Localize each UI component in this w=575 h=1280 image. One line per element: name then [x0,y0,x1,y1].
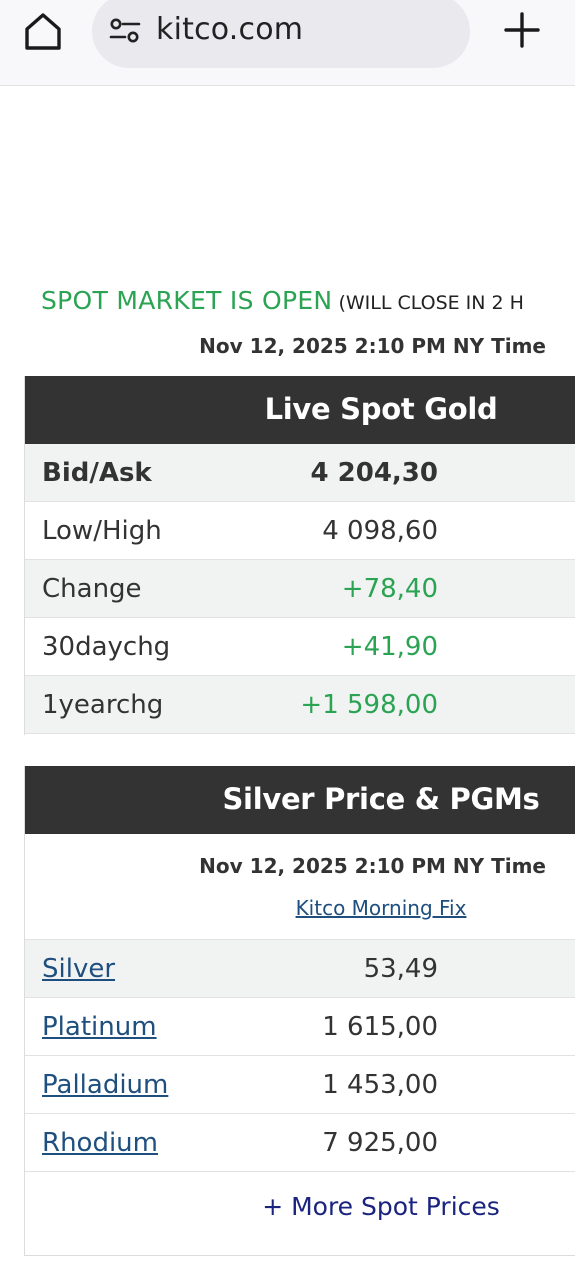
row-value: 4 098,60 [322,516,438,546]
row-value: 7 925,00 [322,1128,438,1158]
silver-timestamp: Nov 12, 2025 2:10 PM NY Time [199,854,546,878]
gold-row-bid-ask: Bid/Ask 4 204,30 [25,444,575,502]
silver-panel-header: Silver Price & PGMs [25,766,575,834]
metal-row-rhodium: Rhodium 7 925,00 [25,1114,575,1172]
gold-panel-title: Live Spot Gold [264,392,498,426]
row-value: +41,90 [341,632,438,662]
row-value: 1 615,00 [322,1012,438,1042]
more-spot-prices-link[interactable]: + More Spot Prices [25,1192,575,1221]
market-status: SPOT MARKET IS OPEN (WILL CLOSE IN 2 H [41,286,575,315]
gold-row-low-high: Low/High 4 098,60 [25,502,575,560]
silver-panel-meta: Nov 12, 2025 2:10 PM NY Time Kitco Morni… [25,834,575,940]
market-open-label: SPOT MARKET IS OPEN [41,286,333,315]
silver-link[interactable]: Silver [42,954,115,984]
platinum-link[interactable]: Platinum [42,1012,157,1042]
tune-icon[interactable] [108,16,142,46]
row-value: +1 598,00 [300,690,438,720]
address-bar[interactable]: kitco.com [92,0,470,68]
metal-row-silver: Silver 53,49 [25,940,575,998]
kitco-morning-fix-link[interactable]: Kitco Morning Fix [25,896,575,920]
url-text[interactable]: kitco.com [156,12,303,47]
row-label: 30daychg [42,632,171,662]
row-label: 1yearchg [42,690,164,720]
row-value: 1 453,00 [322,1070,438,1100]
browser-toolbar: kitco.com [0,0,575,86]
row-value: 53,49 [363,954,438,984]
live-spot-gold-panel: Live Spot Gold Bid/Ask 4 204,30 Low/High… [24,376,575,735]
row-label: Bid/Ask [42,458,152,488]
gold-timestamp: Nov 12, 2025 2:10 PM NY Time [199,334,546,358]
plus-icon[interactable] [500,8,544,52]
row-value: +78,40 [341,574,438,604]
palladium-link[interactable]: Palladium [42,1070,168,1100]
silver-panel-title: Silver Price & PGMs [222,782,540,816]
gold-row-1yearchg: 1yearchg +1 598,00 [25,676,575,734]
gold-panel-header: Live Spot Gold [25,376,575,444]
metal-row-palladium: Palladium 1 453,00 [25,1056,575,1114]
silver-pgms-panel: Silver Price & PGMs Nov 12, 2025 2:10 PM… [24,766,575,1256]
row-label: Change [42,574,142,604]
gold-row-change: Change +78,40 [25,560,575,618]
market-close-label: (WILL CLOSE IN 2 H [338,292,524,314]
row-label: Low/High [42,516,162,546]
metal-row-platinum: Platinum 1 615,00 [25,998,575,1056]
row-value: 4 204,30 [310,458,438,488]
rhodium-link[interactable]: Rhodium [42,1128,158,1158]
gold-row-30daychg: 30daychg +41,90 [25,618,575,676]
home-icon[interactable] [22,10,64,52]
